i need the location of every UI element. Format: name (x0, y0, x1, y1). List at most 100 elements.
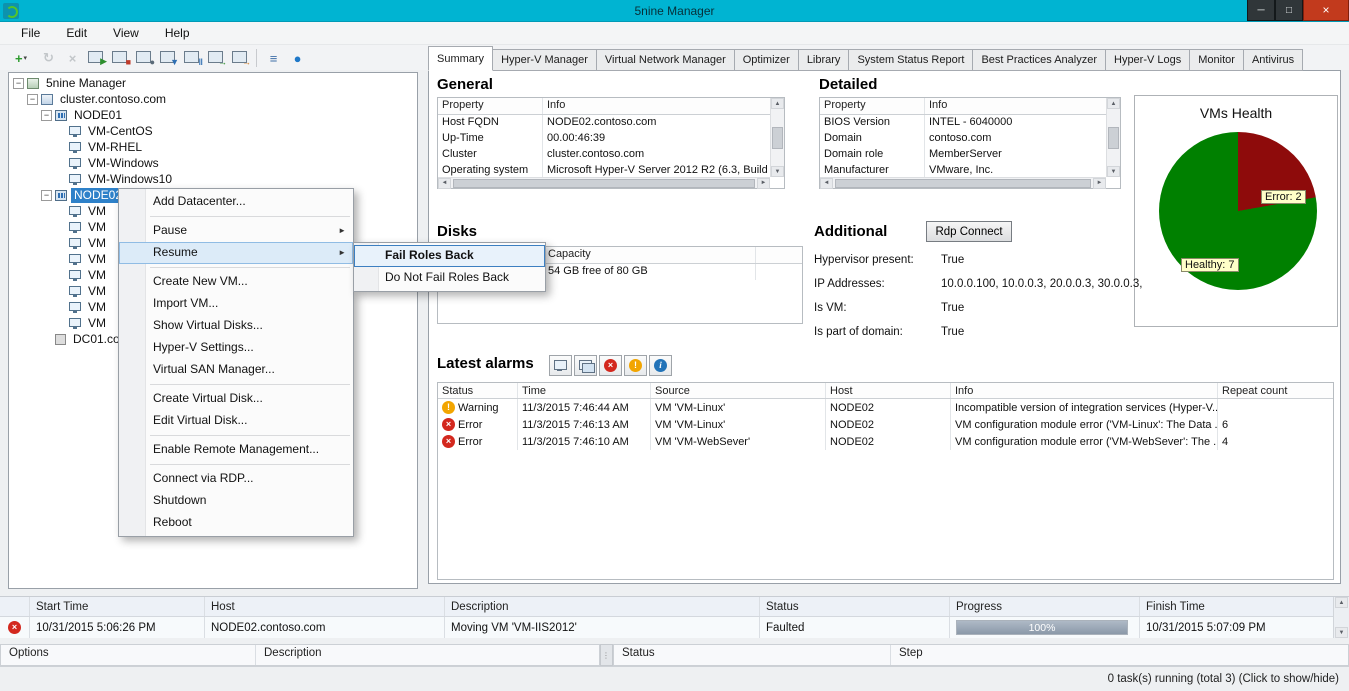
antivirus-button[interactable]: ● (286, 47, 309, 69)
tree-expander-icon[interactable] (41, 189, 52, 201)
context-menu-item[interactable]: Resume (119, 242, 353, 264)
scroll-down-icon[interactable] (1107, 166, 1120, 177)
filter-info-button[interactable] (649, 355, 672, 376)
scroll-down-icon[interactable] (771, 166, 784, 177)
tab[interactable]: Virtual Network Manager (595, 49, 735, 71)
vertical-scrollbar[interactable] (1106, 98, 1120, 177)
column-header: Info (929, 99, 948, 111)
maximize-button[interactable]: □ (1275, 0, 1303, 21)
save-vm-button[interactable]: ▼ (157, 47, 180, 69)
property-row: Is VM: True (814, 302, 965, 314)
context-menu-item[interactable]: Create New VM... (119, 271, 353, 293)
table-row[interactable]: Up-Time 00.00:46:39 (438, 131, 770, 147)
table-row[interactable]: Domain role MemberServer (820, 147, 1106, 163)
scrollbar-thumb[interactable] (1108, 126, 1119, 149)
shutdown-vm-button[interactable]: ● (133, 47, 156, 69)
submenu-item[interactable]: Fail Roles Back (354, 245, 545, 267)
horizontal-scrollbar[interactable] (820, 177, 1106, 189)
tab[interactable]: Summary (428, 46, 494, 71)
vertical-scrollbar[interactable] (770, 98, 784, 177)
horizontal-scrollbar[interactable] (438, 177, 770, 189)
alarm-row[interactable]: Warning 11/3/2015 7:46:44 AM VM 'VM-Linu… (438, 399, 1333, 416)
menubar-item[interactable]: Help (152, 23, 203, 43)
context-menu-item[interactable]: Shutdown (119, 490, 353, 512)
tree-expander-icon[interactable] (27, 93, 38, 105)
scroll-down-icon[interactable] (1335, 627, 1348, 638)
tab[interactable]: Hyper-V Logs (1105, 49, 1191, 71)
toolbar: + ↻ × ▶ ■ ● ▼ ‖ → → ≡ (6, 46, 309, 70)
context-menu-item[interactable]: Create Virtual Disk... (119, 388, 353, 410)
context-menu-item[interactable]: Edit Virtual Disk... (119, 410, 353, 432)
scroll-left-icon[interactable] (820, 177, 833, 189)
menubar-item[interactable]: View (100, 23, 152, 43)
add-button[interactable]: + (6, 47, 36, 69)
tree-item[interactable]: VM-CentOS (9, 123, 417, 139)
vm-alarms-button[interactable] (574, 355, 597, 376)
scroll-right-icon[interactable] (757, 177, 770, 189)
table-row[interactable]: Host FQDN NODE02.contoso.com (438, 115, 770, 131)
scrollbar-thumb[interactable] (772, 126, 783, 149)
import-vm-button[interactable]: → (229, 47, 252, 69)
console-log-button[interactable]: ≡ (262, 47, 285, 69)
context-menu-item[interactable]: Import VM... (119, 293, 353, 315)
tab[interactable]: Hyper-V Manager (492, 49, 597, 71)
filter-errors-button[interactable] (599, 355, 622, 376)
tab[interactable]: Monitor (1189, 49, 1244, 71)
export-vm-button[interactable]: → (205, 47, 228, 69)
tree-item[interactable]: VM-Windows (9, 155, 417, 171)
alarm-row[interactable]: Error 11/3/2015 7:46:10 AM VM 'VM-WebSev… (438, 433, 1333, 450)
tab[interactable]: Library (797, 49, 850, 71)
scrollbar-thumb[interactable] (835, 178, 1091, 188)
tree-item[interactable]: VM-RHEL (9, 139, 417, 155)
cancel-button[interactable]: × (61, 47, 84, 69)
alarm-row[interactable]: Error 11/3/2015 7:46:13 AM VM 'VM-Linux'… (438, 416, 1333, 433)
column-header: Description (264, 647, 322, 659)
menubar-item[interactable]: File (8, 23, 53, 43)
submenu-item[interactable]: Do Not Fail Roles Back (354, 267, 545, 289)
scrollbar-thumb[interactable] (453, 178, 755, 188)
context-menu-item[interactable]: Virtual SAN Manager... (119, 359, 353, 381)
menubar-item[interactable]: Edit (53, 23, 100, 43)
context-menu-item[interactable]: Show Virtual Disks... (119, 315, 353, 337)
tab[interactable]: Best Practices Analyzer (972, 49, 1106, 71)
context-menu-item[interactable]: Hyper-V Settings... (119, 337, 353, 359)
scroll-up-icon[interactable] (1335, 597, 1348, 608)
task-row[interactable]: 10/31/2015 5:06:26 PM NODE02.contoso.com… (0, 617, 1333, 638)
host-alarms-button[interactable] (549, 355, 572, 376)
tree-item[interactable]: cluster.contoso.com (9, 91, 417, 107)
tab[interactable]: Optimizer (733, 49, 799, 71)
close-button[interactable]: × (1303, 0, 1349, 21)
tree-expander-icon[interactable] (13, 77, 24, 89)
tree-item[interactable]: VM-Windows10 (9, 171, 417, 187)
tree-expander-icon[interactable] (41, 109, 52, 121)
vertical-scrollbar[interactable] (1333, 597, 1349, 638)
tab[interactable]: System Status Report (848, 49, 974, 71)
scroll-left-icon[interactable] (438, 177, 451, 189)
tree-item[interactable]: 5nine Manager (9, 75, 417, 91)
splitter-handle[interactable] (600, 644, 613, 666)
context-menu-item[interactable]: Add Datacenter... (119, 191, 353, 213)
start-vm-button[interactable]: ▶ (85, 47, 108, 69)
tab[interactable]: Antivirus (1242, 49, 1304, 71)
table-row[interactable]: Cluster cluster.contoso.com (438, 147, 770, 163)
table-row[interactable]: BIOS Version INTEL - 6040000 (820, 115, 1106, 131)
refresh-button[interactable]: ↻ (37, 47, 60, 69)
scroll-up-icon[interactable] (771, 98, 784, 109)
filter-warnings-button[interactable] (624, 355, 647, 376)
scroll-right-icon[interactable] (1093, 177, 1106, 189)
table-row[interactable]: Operating system Microsoft Hyper-V Serve… (438, 163, 770, 177)
table-row[interactable]: Manufacturer VMware, Inc. (820, 163, 1106, 177)
scroll-up-icon[interactable] (1107, 98, 1120, 109)
turn-off-vm-button[interactable]: ■ (109, 47, 132, 69)
pause-vm-button[interactable]: ‖ (181, 47, 204, 69)
tree-item[interactable]: NODE01 (9, 107, 417, 123)
rdp-connect-button[interactable]: Rdp Connect (926, 221, 1012, 242)
table-row[interactable]: Domain contoso.com (820, 131, 1106, 147)
minimize-button[interactable]: ─ (1247, 0, 1275, 21)
task-summary-toggle[interactable]: 0 task(s) running (total 3) (Click to sh… (1108, 673, 1339, 685)
context-menu-item[interactable]: Pause (119, 220, 353, 242)
context-menu-item[interactable]: Enable Remote Management... (119, 439, 353, 461)
context-menu-item[interactable]: Reboot (119, 512, 353, 534)
column-header: Host (205, 597, 445, 616)
context-menu-item[interactable]: Connect via RDP... (119, 468, 353, 490)
